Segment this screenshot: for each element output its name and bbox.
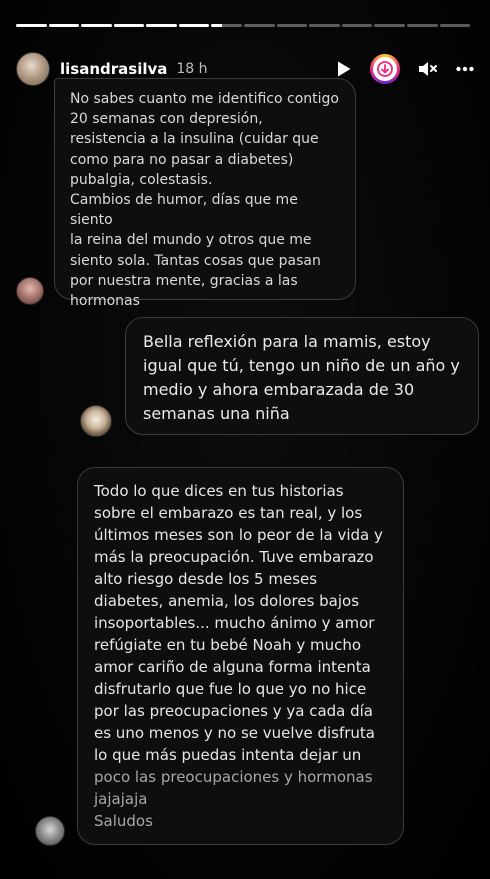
message-line: últimos meses son lo peor de la vida y	[94, 526, 383, 544]
message-line: refúgiate en tu bebé Noah y mucho	[94, 636, 362, 654]
progress-segment	[244, 24, 275, 27]
message-line: No sabes cuanto me identifico contigo	[70, 91, 339, 107]
message-bubble-2: Bella reflexión para la mamis, estoy igu…	[125, 317, 479, 435]
message-line: por las preocupaciones y ya cada día	[94, 702, 374, 720]
message-line: sobre el embarazo es tan real, y los	[94, 504, 363, 522]
message-line: diabetes, anemia, los dolores bajos	[94, 592, 360, 610]
progress-segment	[406, 24, 438, 27]
story-progress-bar	[16, 24, 471, 27]
message-line: siento sola. Tantas cosas que pasan	[70, 252, 321, 269]
message-line: amor cariño de alguna forma intenta	[94, 658, 371, 676]
progress-segment	[211, 24, 243, 27]
message-line: por nuestra mente, gracias a las	[70, 272, 298, 289]
progress-segment	[48, 24, 80, 27]
message-line: la reina del mundo y otros que me	[70, 232, 312, 249]
sender-avatar-3	[35, 816, 65, 846]
progress-segment	[16, 24, 47, 27]
message-bubble-1: No sabes cuanto me identifico contigo 20…	[54, 78, 356, 309]
message-line: poco las preocupaciones y hormonas	[94, 768, 373, 786]
progress-segment	[439, 24, 471, 27]
message-line: es uno menos y no se vuelve disfruta	[94, 724, 375, 742]
message-line: resistencia a la insulina (cuidar que	[70, 131, 319, 148]
message-bubble-3: Todo lo que dices en tus historias sobre…	[77, 467, 404, 845]
message-line: insoportables... mucho ánimo y amor	[94, 614, 375, 632]
header-actions	[336, 54, 474, 84]
boost-icon[interactable]	[370, 54, 400, 84]
message-line: medio y ahora embarazada de 30	[143, 380, 415, 399]
message-line: pubalgia, colestasis.	[70, 171, 213, 188]
message-line: alto riesgo desde los 5 meses	[94, 570, 318, 588]
progress-segment	[146, 24, 177, 27]
sender-avatar-2	[80, 405, 112, 437]
message-line: 20 semanas con depresión,	[70, 111, 263, 128]
play-icon[interactable]	[336, 60, 352, 78]
message-line: hormonas	[70, 293, 140, 310]
progress-segment	[276, 24, 308, 27]
message-line: como para no pasar a diabetes)	[70, 151, 294, 168]
progress-segment	[341, 24, 373, 27]
story-viewer[interactable]: lisandrasilva 18 h No sabes cuanto me id…	[0, 0, 490, 879]
progress-segment	[113, 24, 145, 27]
profile-avatar[interactable]	[16, 52, 50, 86]
post-time: 18 h	[176, 61, 208, 77]
progress-segment	[178, 24, 210, 27]
mute-icon[interactable]	[418, 60, 438, 78]
message-line: lo que más puedas intenta dejar un	[94, 746, 362, 764]
progress-segment	[81, 24, 112, 27]
message-line: semanas una niña	[143, 404, 290, 423]
more-options-icon[interactable]	[456, 66, 474, 72]
progress-segment	[374, 24, 405, 27]
progress-segment	[309, 24, 340, 27]
message-line: Bella reflexión para la mamis, estoy	[143, 332, 431, 351]
message-line: disfrutarlo que fue lo que yo no hice	[94, 680, 367, 698]
username[interactable]: lisandrasilva	[60, 60, 167, 78]
message-line: jajajaja	[94, 790, 148, 808]
sender-avatar-1	[16, 277, 44, 305]
message-line: igual que tú, tengo un niño de un año y	[143, 356, 460, 375]
message-line: más la preocupación. Tuve embarazo	[94, 548, 374, 566]
message-line: Saludos	[94, 812, 153, 830]
message-line: Todo lo que dices en tus historias	[94, 482, 344, 500]
message-line: Cambios de humor, días que me siento	[70, 192, 298, 229]
